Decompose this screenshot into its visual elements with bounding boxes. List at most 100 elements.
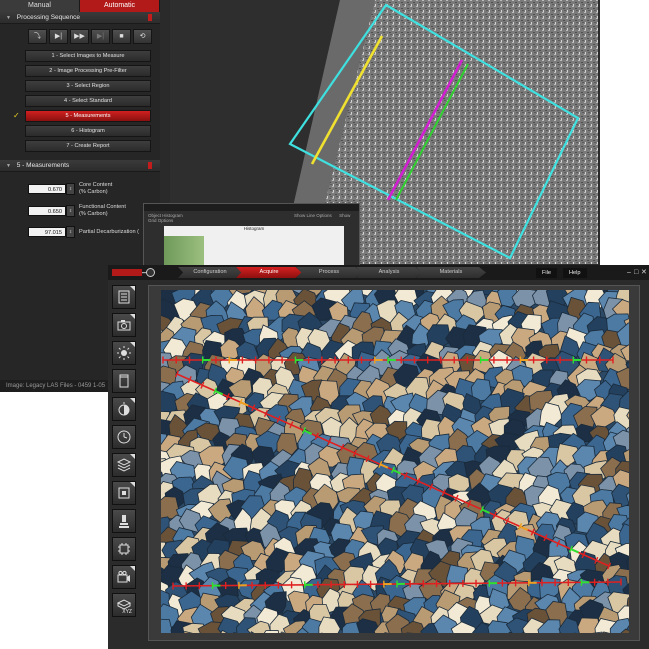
step-button[interactable]: ▶| bbox=[49, 29, 68, 44]
live-image-frame bbox=[148, 285, 640, 641]
tab-analysis[interactable]: Analysis bbox=[356, 267, 422, 278]
video-tool[interactable] bbox=[112, 565, 136, 589]
run-button[interactable]: ▶▶ bbox=[70, 29, 89, 44]
corner-mark bbox=[130, 286, 135, 291]
corner-mark bbox=[130, 398, 135, 403]
collapse-triangle-icon: ▼ bbox=[6, 15, 11, 21]
close-icon[interactable]: ✕ bbox=[641, 268, 647, 277]
camera-tool[interactable] bbox=[112, 313, 136, 337]
alert-icon bbox=[148, 162, 152, 169]
xyz-label: XYZ bbox=[122, 609, 132, 615]
functional-content-value[interactable]: 0.650 bbox=[28, 206, 66, 216]
minimize-icon[interactable]: – bbox=[627, 268, 631, 277]
chip-tool[interactable] bbox=[112, 537, 136, 561]
histogram-window: Object Histogram Show Line Options Show … bbox=[143, 203, 360, 269]
core-content-label-1: Core Content bbox=[79, 182, 113, 188]
list-tool[interactable] bbox=[112, 285, 136, 309]
histogram-title: Histogram bbox=[243, 226, 265, 231]
run-to-button[interactable]: ▶| bbox=[91, 29, 110, 44]
video-camera-icon bbox=[117, 570, 130, 583]
checkmark-icon: ✓ bbox=[13, 111, 20, 120]
tab-automatic[interactable]: Automatic bbox=[80, 0, 160, 12]
step-5[interactable]: ✓ 5 - Measurements bbox=[13, 110, 151, 122]
core-content-value[interactable]: 0.670 bbox=[28, 184, 66, 194]
core-content-label: Core Content (% Carbon) bbox=[79, 182, 112, 196]
step-2[interactable]: 2 - Image Processing Pre-Filter bbox=[25, 65, 151, 77]
zoom-slider-knob[interactable] bbox=[146, 268, 155, 277]
core-content-row: 0.670 ⇕ Core Content (% Carbon) bbox=[28, 182, 160, 196]
corner-mark bbox=[130, 482, 135, 487]
camera-icon bbox=[117, 320, 131, 331]
clock-tool[interactable] bbox=[112, 425, 136, 449]
tab-manual[interactable]: Manual bbox=[0, 0, 80, 12]
acquire-toolbar: XYZ bbox=[112, 285, 142, 647]
step-6[interactable]: 6 - Histogram bbox=[25, 125, 151, 137]
status-bar: Image: Legacy LAS Files - 0459 1-05 bbox=[0, 380, 116, 392]
step-1[interactable]: 1 - Select Images to Measure bbox=[25, 50, 151, 62]
partial-decarb-row: 97.015 ⇕ Partial Decarburization ( bbox=[28, 226, 160, 238]
focus-icon bbox=[118, 487, 130, 499]
processing-sequence-header[interactable]: ▼ Processing Sequence bbox=[0, 12, 160, 24]
logo-icon bbox=[112, 269, 150, 276]
exposure-icon bbox=[118, 402, 130, 416]
corner-mark bbox=[130, 342, 135, 347]
histogram-opt-1[interactable]: Show Line Options bbox=[294, 213, 332, 218]
exposure-tool[interactable] bbox=[112, 397, 136, 421]
partial-decarb-spinner[interactable]: ⇕ bbox=[66, 226, 75, 238]
corner-mark bbox=[130, 454, 135, 459]
tab-materials[interactable]: Materials bbox=[416, 267, 486, 278]
corner-mark bbox=[130, 314, 135, 319]
histogram-tab[interactable]: Object Histogram Show Line Options Show … bbox=[144, 211, 359, 225]
functional-content-row: 0.650 ⇕ Functional Content (% Carbon) bbox=[28, 204, 160, 218]
step-7[interactable]: 7 - Create Report bbox=[25, 140, 151, 152]
tab-acquire[interactable]: Acquire bbox=[236, 267, 302, 278]
alert-icon bbox=[148, 14, 152, 21]
measurements-header[interactable]: ▼ 5 - Measurements bbox=[0, 160, 160, 172]
micrograph-view[interactable] bbox=[161, 290, 629, 633]
step-5-label: 5 - Measurements bbox=[65, 113, 111, 119]
xyz-stage-tool[interactable]: XYZ bbox=[112, 593, 136, 617]
mode-tabs: Manual Automatic bbox=[0, 0, 160, 12]
partial-decarb-value[interactable]: 97.015 bbox=[28, 227, 66, 237]
grain-micrograph bbox=[161, 290, 629, 633]
reset-button[interactable]: ⟲ bbox=[133, 29, 152, 44]
cylinder-tool[interactable] bbox=[112, 369, 136, 393]
core-content-spinner[interactable]: ⇕ bbox=[66, 183, 75, 195]
corner-mark bbox=[130, 566, 135, 571]
maximize-icon[interactable]: □ bbox=[634, 268, 638, 277]
step-list: 1 - Select Images to Measure 2 - Image P… bbox=[13, 50, 151, 152]
brightness-icon bbox=[117, 346, 131, 360]
tab-process[interactable]: Process bbox=[296, 267, 362, 278]
stop-button[interactable]: ■ bbox=[112, 29, 131, 44]
step-3[interactable]: 3 - Select Region bbox=[25, 80, 151, 92]
tab-configuration[interactable]: Configuration bbox=[178, 267, 242, 278]
front-window: Configuration Acquire Process Analysis M… bbox=[108, 265, 649, 649]
measurements-title: 5 - Measurements bbox=[16, 162, 70, 169]
core-content-label-2: (% Carbon) bbox=[79, 189, 108, 195]
menu-file[interactable]: File bbox=[536, 268, 558, 278]
clock-icon bbox=[117, 430, 131, 444]
top-bar: Configuration Acquire Process Analysis M… bbox=[108, 265, 649, 280]
histogram-bars bbox=[164, 236, 204, 268]
processing-sequence-title: Processing Sequence bbox=[16, 14, 81, 21]
histogram-chart: Histogram bbox=[164, 226, 344, 268]
histogram-window-title bbox=[144, 204, 359, 211]
step-4[interactable]: 4 - Select Standard bbox=[25, 95, 151, 107]
step-into-button[interactable]: ⤵ bbox=[28, 29, 47, 44]
functional-content-label-2: (% Carbon) bbox=[79, 211, 108, 217]
list-icon bbox=[118, 290, 130, 304]
microscope-tool[interactable] bbox=[112, 509, 136, 533]
microscope-icon bbox=[119, 515, 129, 528]
sequence-controls: ⤵ ▶| ▶▶ ▶| ■ ⟲ bbox=[28, 29, 160, 44]
menu-help[interactable]: Help bbox=[563, 268, 587, 278]
layers-tool[interactable] bbox=[112, 453, 136, 477]
focus-tool[interactable] bbox=[112, 481, 136, 505]
functional-content-label: Functional Content (% Carbon) bbox=[79, 204, 126, 218]
functional-content-label-1: Functional Content bbox=[79, 204, 126, 210]
brightness-tool[interactable] bbox=[112, 341, 136, 365]
layers-icon bbox=[116, 458, 132, 472]
collapse-triangle-icon: ▼ bbox=[6, 163, 11, 169]
cylinder-icon bbox=[119, 374, 129, 388]
functional-content-spinner[interactable]: ⇕ bbox=[66, 205, 75, 217]
partial-decarb-label: Partial Decarburization ( bbox=[79, 228, 140, 235]
